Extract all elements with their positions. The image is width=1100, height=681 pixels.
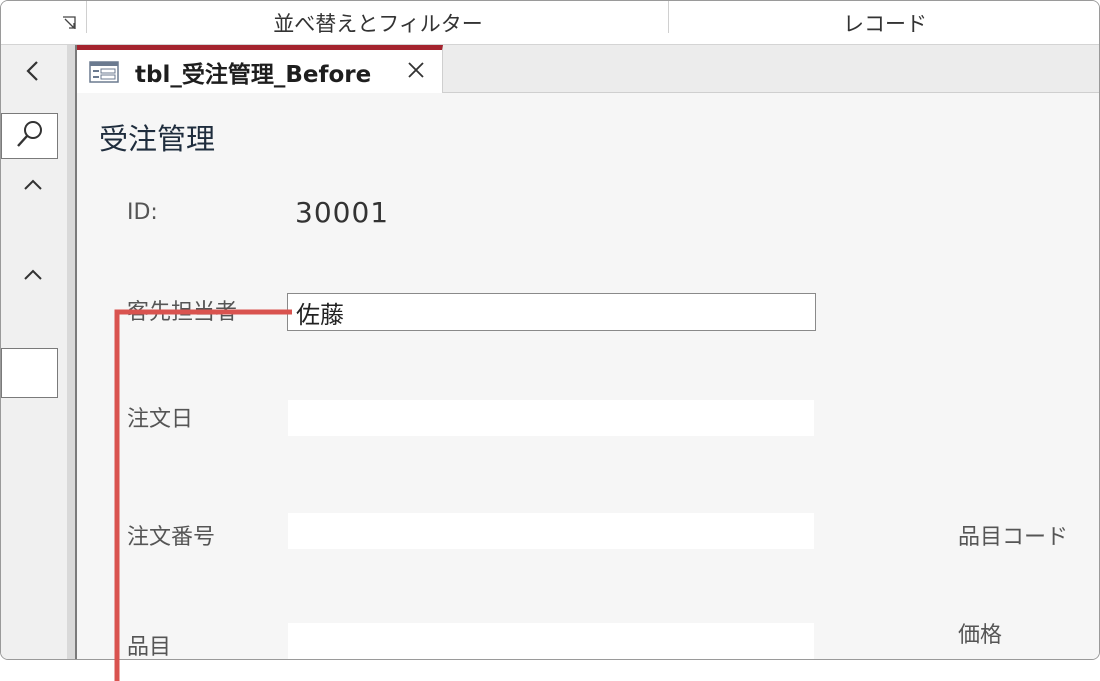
value-id: 30001	[295, 196, 390, 229]
label-order-number: 注文番号	[127, 525, 216, 550]
chevron-left-icon	[25, 60, 41, 86]
form-icon	[89, 60, 119, 84]
order-number-field[interactable]	[288, 513, 814, 549]
order-form: 受注管理 ID: 30001 客先担当者 佐藤 注文日 注文番号 品目 品目コー…	[77, 94, 1099, 660]
chevron-up-icon	[23, 176, 43, 195]
document-tab-strip: tbl_受注管理_Before	[77, 45, 1099, 93]
nav-section-toggle[interactable]	[15, 257, 51, 293]
item-field[interactable]	[288, 623, 814, 659]
close-icon[interactable]	[404, 58, 428, 82]
label-item-code: 品目コード	[958, 525, 1069, 550]
label-client-rep: 客先担当者	[127, 300, 238, 325]
chevron-up-icon	[23, 266, 43, 285]
ribbon-group-sort-filter: 並べ替えとフィルター	[273, 12, 483, 36]
label-id: ID:	[127, 200, 158, 225]
client-rep-field[interactable]: 佐藤	[287, 293, 816, 331]
nav-pane-splitter[interactable]	[67, 45, 75, 659]
label-price: 価格	[958, 623, 1003, 648]
search-icon	[15, 119, 45, 153]
order-date-field[interactable]	[288, 400, 814, 436]
ribbon-group-records: レコード	[843, 12, 927, 36]
tab-label: tbl_受注管理_Before	[135, 61, 372, 88]
nav-search-box[interactable]	[1, 113, 58, 159]
nav-object-item[interactable]	[1, 348, 58, 398]
form-title: 受注管理	[99, 122, 216, 156]
label-order-date: 注文日	[127, 407, 194, 432]
label-item: 品目	[127, 635, 172, 660]
access-window: 並べ替えとフィルター レコード tbl_受注管理_Before 受注管理 ID:…	[0, 0, 1100, 660]
dialog-launcher-icon[interactable]	[61, 15, 79, 33]
ribbon: 並べ替えとフィルター レコード	[1, 1, 1099, 45]
tab-tbl-orders-before[interactable]: tbl_受注管理_Before	[77, 45, 443, 93]
nav-section-toggle[interactable]	[15, 167, 51, 203]
nav-collapse-button[interactable]	[15, 55, 51, 91]
